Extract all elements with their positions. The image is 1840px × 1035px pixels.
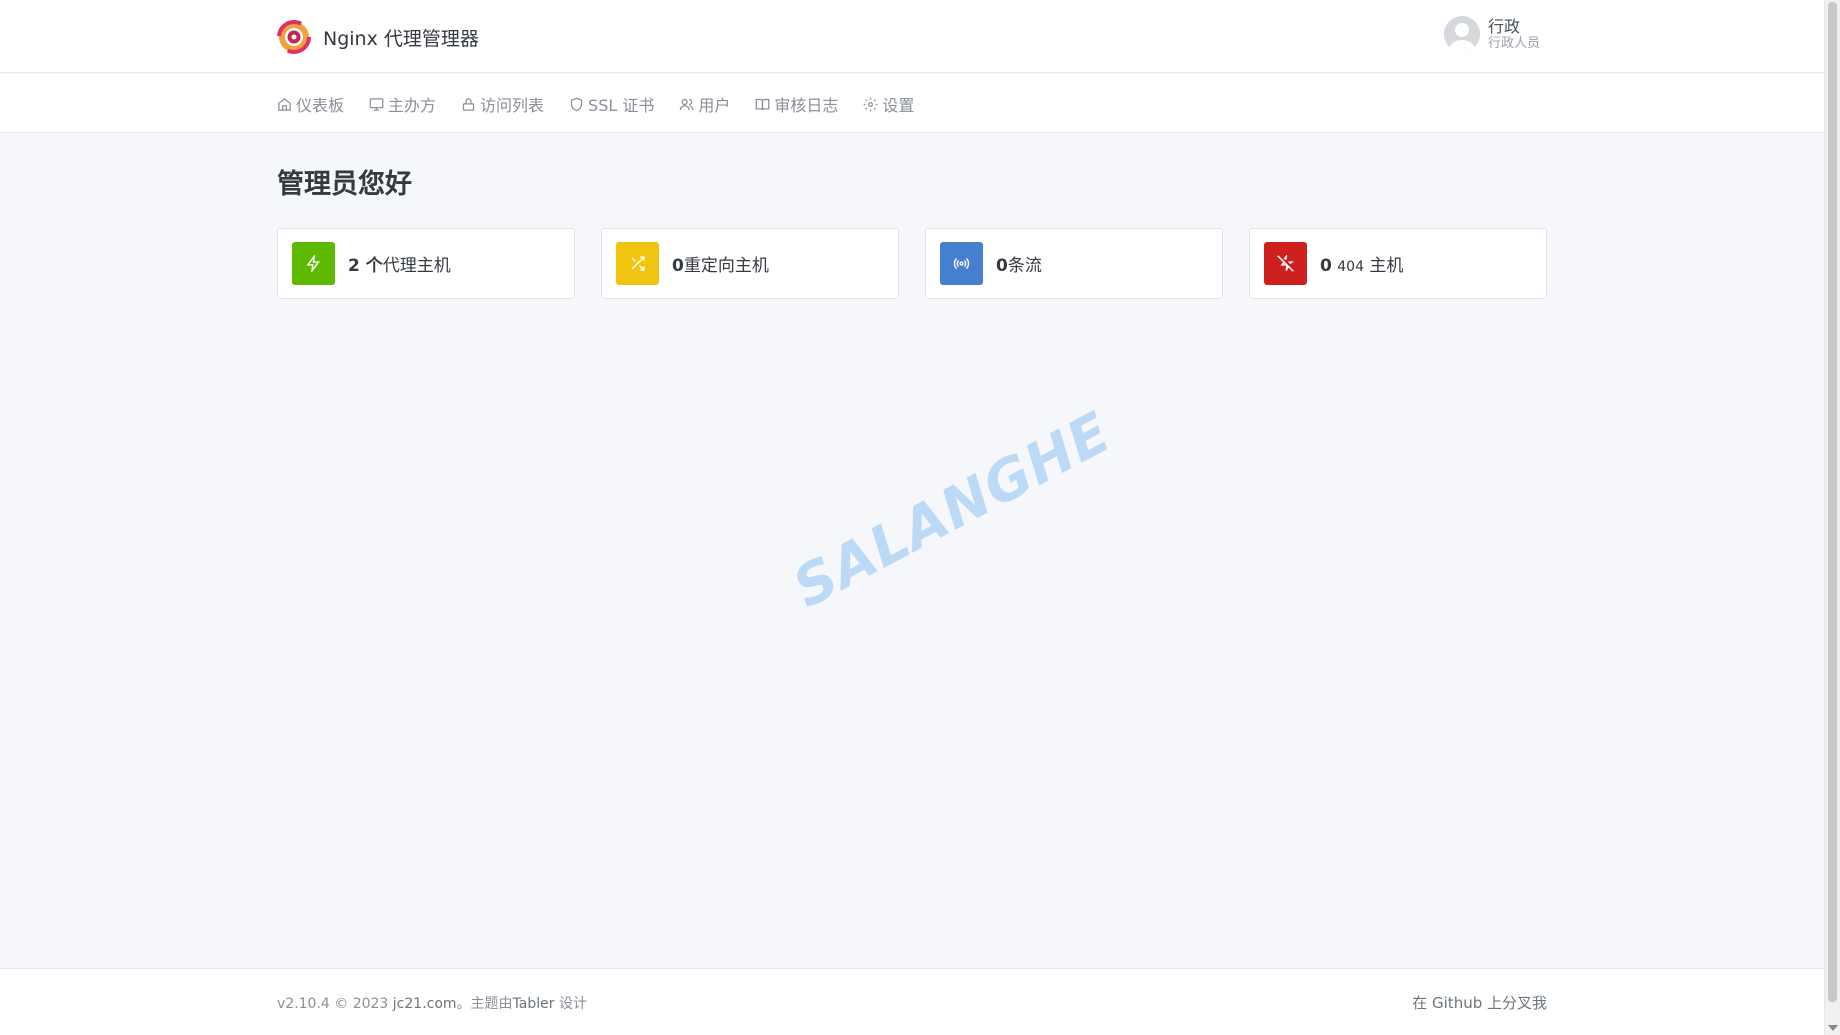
stat-card-streams[interactable]: 0条流 <box>925 228 1223 299</box>
card-icon-box <box>1264 242 1307 285</box>
stat-count: 0 <box>1320 256 1332 276</box>
card-icon-box <box>292 242 335 285</box>
nav-item-label: 审核日志 <box>774 96 839 115</box>
nginx-logo-icon <box>277 20 311 54</box>
user-name: 行政 <box>1488 16 1521 36</box>
nav-item-hosts[interactable]: 主办方 <box>369 92 436 116</box>
user-menu[interactable]: 行政 行政人员 <box>1444 16 1540 52</box>
user-avatar-icon <box>1444 16 1480 52</box>
stat-count: 2 个 <box>348 256 383 276</box>
footer-github: 在 Github 上分叉我 <box>1412 992 1547 1013</box>
main-nav: 仪表板 主办方 访问列表 SSL 证书 用户 审核日志 设置 <box>0 74 1824 133</box>
header: Nginx 代理管理器 行政 行政人员 <box>0 0 1824 73</box>
nav-item-label: 用户 <box>698 96 731 115</box>
scrollbar-thumb[interactable] <box>1828 2 1837 1002</box>
page-title: 管理员您好 <box>277 169 412 200</box>
home-icon <box>278 97 291 111</box>
stat-card-proxy-hosts[interactable]: 2 个代理主机 <box>277 228 575 299</box>
footer: v2.10.4 © 2023 jc21.com。主题由Tabler 设计 在 G… <box>0 968 1824 1035</box>
page: Nginx 代理管理器 行政 行政人员 仪表板 主办方 访问列表 SSL 证书 … <box>0 0 1840 1035</box>
nav-item-label: 访问列表 <box>480 96 545 115</box>
stat-count: 0 <box>672 256 684 276</box>
stat-label-code: 404 <box>1337 259 1364 275</box>
lock-icon <box>462 97 475 111</box>
card-icon-box <box>616 242 659 285</box>
monitor-icon <box>369 97 384 111</box>
users-icon <box>680 98 694 110</box>
stat-label: 主机 <box>1363 256 1404 276</box>
shield-icon <box>570 97 583 111</box>
stat-label: 条流 <box>1007 256 1042 276</box>
brand[interactable]: Nginx 代理管理器 <box>277 20 479 54</box>
watermark: SALANGHE <box>783 399 1122 622</box>
stats-cards: 2 个代理主机 0重定向主机 0条流 0 404 主机 <box>277 228 1547 299</box>
radio-icon <box>953 258 970 269</box>
nav-item-users[interactable]: 用户 <box>679 92 730 116</box>
nav-item-settings[interactable]: 设置 <box>863 92 914 116</box>
gear-icon <box>864 97 878 111</box>
brand-title: Nginx 代理管理器 <box>323 27 479 50</box>
stat-card-redirection-hosts[interactable]: 0重定向主机 <box>601 228 899 299</box>
card-icon-box <box>940 242 983 285</box>
stat-card-404-hosts[interactable]: 0 404 主机 <box>1249 228 1547 299</box>
nav-item-ssl-certificates[interactable]: SSL 证书 <box>569 92 654 116</box>
user-role: 行政人员 <box>1488 35 1541 51</box>
nav-item-label: 仪表板 <box>296 96 345 115</box>
nav-item-access-lists[interactable]: 访问列表 <box>461 92 544 116</box>
footer-suffix: 。主题由 <box>456 996 513 1012</box>
vertical-scrollbar[interactable] <box>1824 0 1840 1035</box>
stat-label: 重定向主机 <box>683 256 769 276</box>
nav-item-label: SSL 证书 <box>588 96 655 115</box>
footer-tabler-link[interactable]: Tabler <box>513 996 555 1012</box>
nav-item-audit-log[interactable]: 审核日志 <box>755 92 838 116</box>
github-fork-link[interactable]: 在 Github 上分叉我 <box>1412 994 1547 1012</box>
shuffle-icon <box>631 256 645 271</box>
nav-item-label: 设置 <box>882 96 915 115</box>
zap-off-icon <box>1277 255 1294 272</box>
scroll-down-arrow-icon[interactable] <box>1828 1025 1838 1031</box>
stat-label: 代理主机 <box>382 256 451 276</box>
nav-item-label: 主办方 <box>388 96 437 115</box>
footer-design: 设计 <box>554 996 587 1012</box>
zap-icon <box>306 255 320 272</box>
stat-count: 0 <box>996 256 1008 276</box>
book-icon <box>756 98 770 110</box>
avatar <box>1444 16 1480 52</box>
nav-item-dashboard[interactable]: 仪表板 <box>277 92 344 116</box>
footer-copyright: v2.10.4 © 2023 jc21.com。主题由Tabler 设计 <box>277 993 587 1013</box>
footer-jc21-link[interactable]: jc21.com <box>393 996 457 1012</box>
footer-version: v2.10.4 © 2023 <box>277 996 389 1012</box>
